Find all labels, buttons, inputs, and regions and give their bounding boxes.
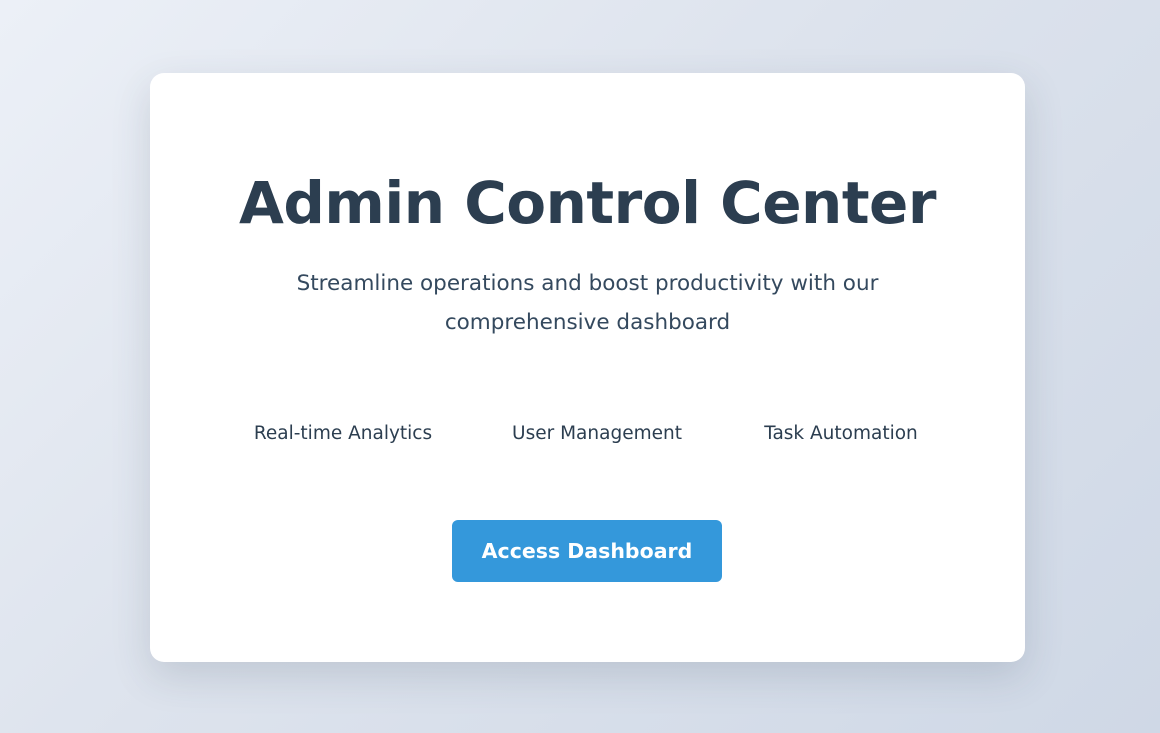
feature-real-time-analytics: Real-time Analytics <box>253 423 433 444</box>
feature-user-management: User Management <box>512 423 682 444</box>
hero-card: Admin Control Center Streamline operatio… <box>150 73 1025 662</box>
page-subtitle: Streamline operations and boost producti… <box>296 271 879 335</box>
page-title: Admin Control Center <box>238 169 937 237</box>
access-dashboard-button[interactable]: Access Dashboard <box>452 520 722 582</box>
feature-task-automation: Task Automation <box>764 423 918 444</box>
feature-list: Real-time Analytics User Management Task… <box>150 423 1025 449</box>
